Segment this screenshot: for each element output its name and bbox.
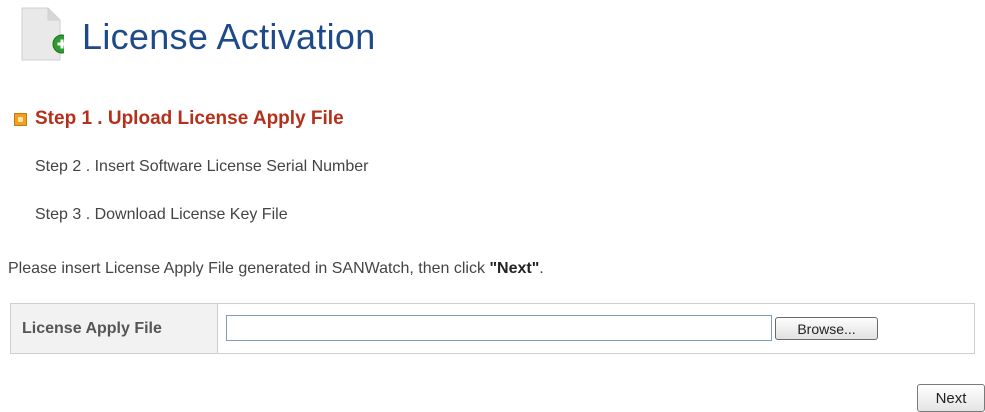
step-1-active: Step 1 . Upload License Apply File [14, 108, 344, 130]
next-button[interactable]: Next [917, 384, 985, 412]
step-2-label: Step 2 . Insert Software License Serial … [35, 158, 369, 175]
step-bullet-icon [14, 112, 27, 126]
page-header: License Activation [16, 6, 536, 62]
file-input-cell: Browse... [218, 304, 974, 353]
instruction-prefix: Please insert License Apply File generat… [8, 260, 490, 277]
browse-button[interactable]: Browse... [775, 317, 878, 340]
instruction-suffix: . [539, 260, 544, 277]
page-title: License Activation [82, 16, 376, 57]
license-file-path-input[interactable] [226, 315, 772, 341]
instruction-next-emphasis: "Next" [489, 260, 540, 277]
step-1-label: Step 1 . Upload License Apply File [35, 108, 344, 129]
document-add-icon [21, 7, 64, 61]
step-3-label: Step 3 . Download License Key File [35, 206, 288, 223]
license-apply-file-label: License Apply File [11, 304, 218, 353]
license-file-form: License Apply File Browse... [10, 303, 975, 354]
instruction-text: Please insert License Apply File generat… [8, 260, 544, 278]
